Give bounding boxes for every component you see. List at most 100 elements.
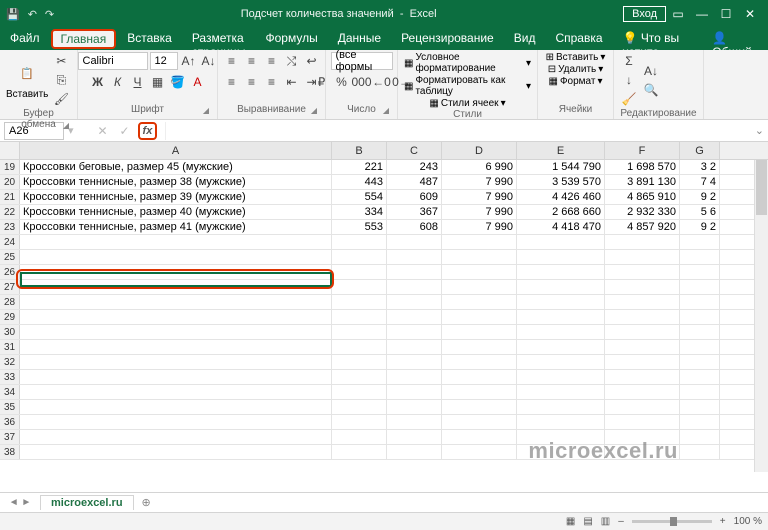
fill-icon[interactable]: ↓ — [620, 71, 638, 89]
cell[interactable] — [605, 415, 680, 429]
cell[interactable]: 5 6 — [680, 205, 720, 219]
cell[interactable] — [442, 265, 517, 279]
view-break-icon[interactable]: ▥ — [601, 516, 610, 527]
cell[interactable] — [332, 310, 387, 324]
cell[interactable] — [605, 370, 680, 384]
cell[interactable]: 608 — [387, 220, 442, 234]
cell-styles[interactable]: ▦ Стили ячеек ▾ — [429, 98, 505, 109]
cell[interactable]: 367 — [387, 205, 442, 219]
row-head[interactable]: 34 — [0, 385, 20, 399]
share-button[interactable]: 👤 Общий доступ — [702, 28, 768, 50]
align-bottom-icon[interactable]: ≡ — [263, 52, 281, 70]
row-head[interactable]: 28 — [0, 295, 20, 309]
increase-font-icon[interactable]: A↑ — [180, 52, 198, 70]
row-head[interactable]: 31 — [0, 340, 20, 354]
minimize-icon[interactable]: — — [690, 7, 714, 21]
align-center-icon[interactable]: ≡ — [243, 73, 261, 91]
cell[interactable]: 7 990 — [442, 175, 517, 189]
row-head[interactable]: 25 — [0, 250, 20, 264]
row-head[interactable]: 37 — [0, 430, 20, 444]
sheet-nav[interactable]: ◄ ► — [0, 497, 40, 508]
autosum-icon[interactable]: Σ — [620, 52, 638, 70]
save-icon[interactable]: 💾 — [6, 8, 20, 21]
cell[interactable] — [332, 385, 387, 399]
view-normal-icon[interactable]: ▦ — [566, 516, 575, 527]
cell[interactable] — [605, 340, 680, 354]
cell[interactable] — [442, 355, 517, 369]
cell[interactable] — [442, 235, 517, 249]
cell[interactable] — [332, 400, 387, 414]
expand-fbar-icon[interactable]: ⌄ — [751, 124, 768, 137]
align-top-icon[interactable]: ≡ — [223, 52, 241, 70]
row-head[interactable]: 21 — [0, 190, 20, 204]
cell[interactable]: 1 698 570 — [605, 160, 680, 174]
maximize-icon[interactable]: ☐ — [714, 7, 738, 21]
format-cells[interactable]: ▦ Формат ▾ — [548, 76, 602, 87]
tell-me[interactable]: 💡 Что вы хотите сделать? — [613, 28, 703, 50]
cell[interactable]: Кроссовки теннисные, размер 41 (мужские) — [20, 220, 332, 234]
cell[interactable]: 334 — [332, 205, 387, 219]
cell[interactable] — [680, 265, 720, 279]
font-color-icon[interactable]: A — [189, 73, 207, 91]
cell[interactable] — [517, 250, 605, 264]
cell[interactable] — [442, 400, 517, 414]
cell[interactable] — [517, 310, 605, 324]
cell[interactable] — [517, 385, 605, 399]
col-B[interactable]: B — [332, 142, 387, 159]
cell[interactable] — [605, 250, 680, 264]
currency-icon[interactable]: ₽ — [313, 73, 331, 91]
zoom-slider[interactable] — [632, 520, 712, 523]
cell[interactable] — [680, 385, 720, 399]
cell[interactable] — [332, 235, 387, 249]
cell[interactable]: 3 2 — [680, 160, 720, 174]
cell[interactable] — [20, 235, 332, 249]
cell[interactable] — [680, 250, 720, 264]
cell[interactable] — [442, 385, 517, 399]
row-head[interactable]: 33 — [0, 370, 20, 384]
tab-formulas[interactable]: Формулы — [255, 28, 327, 50]
format-painter-icon[interactable]: 🖌 — [52, 90, 70, 108]
cell[interactable] — [387, 340, 442, 354]
find-icon[interactable]: 🔍 — [642, 81, 660, 99]
cell[interactable]: Кроссовки теннисные, размер 38 (мужские) — [20, 175, 332, 189]
cell[interactable] — [605, 400, 680, 414]
cell[interactable] — [442, 430, 517, 444]
cell[interactable] — [442, 310, 517, 324]
cell[interactable] — [332, 370, 387, 384]
cell[interactable]: 4 857 920 — [605, 220, 680, 234]
cell[interactable] — [20, 400, 332, 414]
cell[interactable] — [517, 370, 605, 384]
cell[interactable] — [605, 235, 680, 249]
cell[interactable] — [680, 370, 720, 384]
cell[interactable]: Кроссовки беговые, размер 45 (мужские) — [20, 160, 332, 174]
decrease-font-icon[interactable]: A↓ — [200, 52, 218, 70]
cell[interactable] — [442, 445, 517, 459]
cell[interactable] — [680, 310, 720, 324]
cell[interactable] — [387, 310, 442, 324]
cut-icon[interactable]: ✂ — [52, 52, 70, 70]
cell[interactable] — [387, 325, 442, 339]
row-head[interactable]: 23 — [0, 220, 20, 234]
cell[interactable]: 487 — [387, 175, 442, 189]
italic-icon[interactable]: К — [109, 73, 127, 91]
cell[interactable] — [517, 340, 605, 354]
cell[interactable]: 6 990 — [442, 160, 517, 174]
delete-cells[interactable]: ⊟ Удалить ▾ — [548, 64, 604, 75]
font-name[interactable]: Calibri — [78, 52, 148, 70]
enter-icon[interactable]: ✓ — [116, 122, 134, 140]
tab-layout[interactable]: Разметка страницы — [182, 28, 256, 50]
cell[interactable] — [442, 415, 517, 429]
tab-help[interactable]: Справка — [545, 28, 612, 50]
cell[interactable] — [442, 340, 517, 354]
cell[interactable] — [605, 355, 680, 369]
align-left-icon[interactable]: ≡ — [223, 73, 241, 91]
cell[interactable] — [680, 235, 720, 249]
col-E[interactable]: E — [517, 142, 605, 159]
cell[interactable]: 554 — [332, 190, 387, 204]
row-head[interactable]: 36 — [0, 415, 20, 429]
cell[interactable] — [20, 415, 332, 429]
sort-filter-icon[interactable]: A↓ — [642, 62, 660, 80]
row-head[interactable]: 22 — [0, 205, 20, 219]
cond-format[interactable]: ▦ Условное форматирование ▾ — [404, 52, 531, 74]
cell[interactable] — [387, 295, 442, 309]
